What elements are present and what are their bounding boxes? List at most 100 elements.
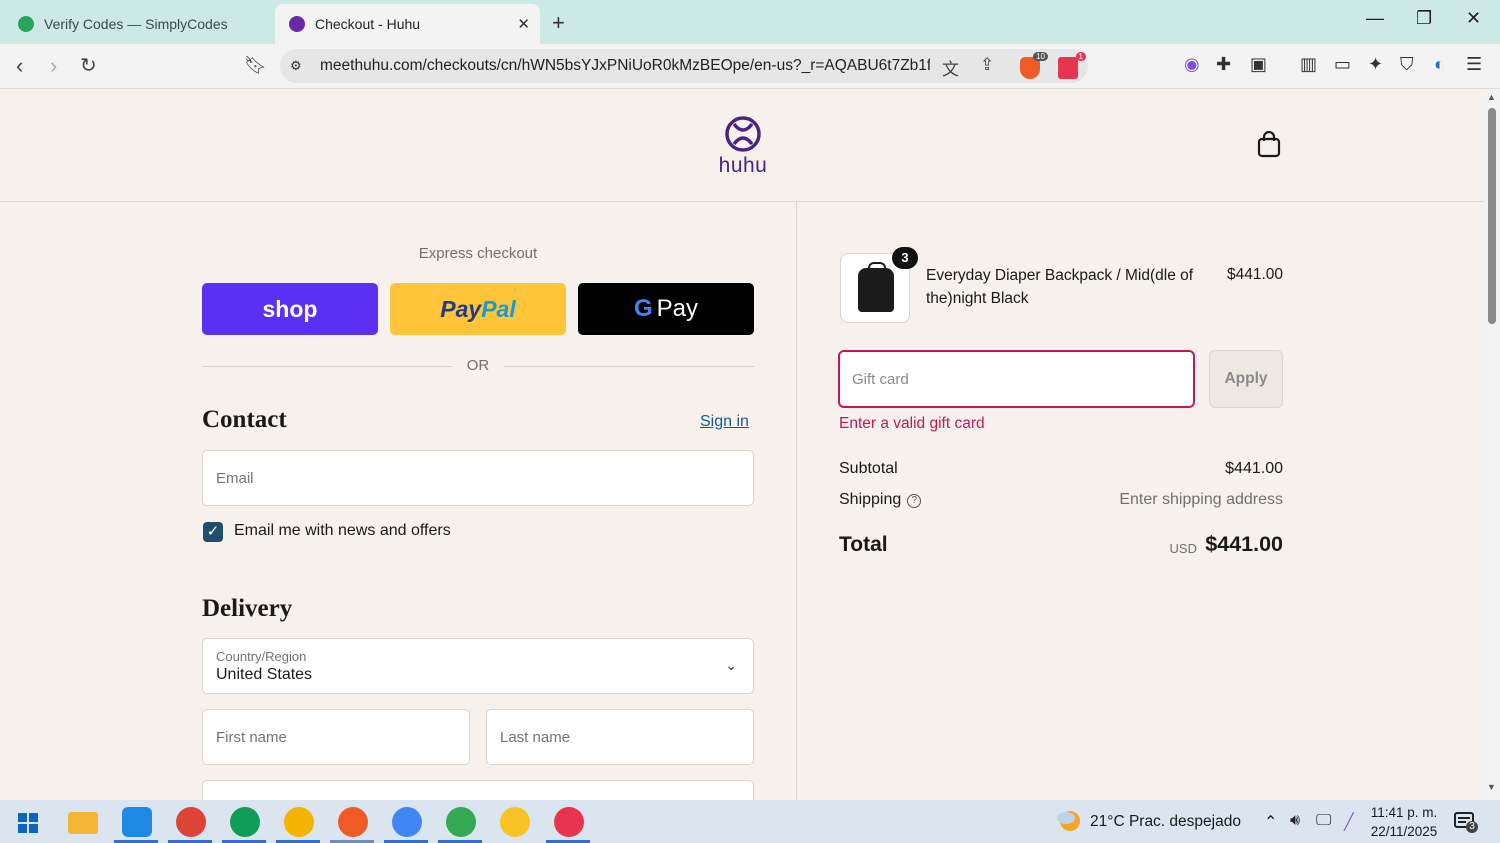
- share-icon[interactable]: ⇪: [980, 55, 994, 75]
- apply-button[interactable]: Apply: [1209, 350, 1283, 408]
- gift-card-input[interactable]: Gift card: [838, 350, 1195, 408]
- scroll-up-icon[interactable]: ▲: [1487, 92, 1496, 102]
- minimize-icon[interactable]: —: [1366, 8, 1384, 29]
- url-text[interactable]: meethuhu.com/checkouts/cn/hWN5bsYJxPNiUo…: [320, 57, 930, 75]
- paypal-label-pal: Pal: [481, 295, 516, 322]
- shop-pay-button[interactable]: shop: [202, 283, 378, 335]
- menu-icon[interactable]: ☰: [1466, 54, 1482, 75]
- chrome-profile-4-icon[interactable]: [392, 807, 422, 837]
- google-pay-label: Pay: [656, 295, 699, 322]
- company-field[interactable]: [202, 780, 754, 800]
- subtotal-value: $441.00: [1225, 460, 1283, 477]
- or-line-left: [202, 366, 452, 367]
- profile-icon[interactable]: ◐: [1434, 54, 1445, 75]
- shipping-value: Enter shipping address: [1119, 491, 1283, 508]
- leo-ai-icon[interactable]: ✦: [1368, 54, 1383, 75]
- google-pay-button[interactable]: G Pay: [578, 283, 754, 335]
- total-label: Total: [839, 533, 888, 556]
- clock[interactable]: 11:41 p. m. 22/11/2025: [1366, 803, 1442, 841]
- volume-icon[interactable]: 🔊︎: [1290, 812, 1300, 830]
- scrollbar-thumb[interactable]: [1488, 108, 1496, 324]
- rewards-count: 1: [1075, 52, 1086, 61]
- column-divider: [796, 202, 797, 800]
- tab-strip: Verify Codes — SimplyCodes Checkout - Hu…: [0, 0, 1500, 44]
- notification-center-icon[interactable]: 3: [1454, 811, 1478, 833]
- wallet-icon[interactable]: ▭: [1334, 54, 1351, 75]
- show-hidden-icons-icon[interactable]: ⌃: [1264, 812, 1277, 832]
- file-explorer-icon[interactable]: [68, 812, 98, 834]
- huhu-logo[interactable]: huhu: [716, 114, 770, 178]
- restore-icon[interactable]: ❐: [1416, 8, 1432, 29]
- brave-shields-icon[interactable]: 10: [1020, 52, 1048, 79]
- simplycodes-favicon-icon: [18, 16, 34, 32]
- pen-icon[interactable]: ╱: [1344, 812, 1354, 832]
- chrome-profile-5-icon[interactable]: [446, 807, 476, 837]
- last-name-field[interactable]: Last name: [486, 709, 754, 765]
- brave-beta-app-icon[interactable]: [554, 807, 584, 837]
- chevron-down-icon: ⌄: [725, 657, 737, 673]
- google-g-icon: G: [633, 295, 653, 322]
- browser-toolbar: ‹ › ↻ 🔖︎ ⚙ meethuhu.com/checkouts/cn/hWN…: [0, 44, 1500, 89]
- bookmark-icon[interactable]: 🔖︎: [244, 55, 267, 76]
- close-window-icon[interactable]: ✕: [1466, 8, 1481, 29]
- email-field[interactable]: Email: [202, 450, 754, 506]
- news-offers-checkbox[interactable]: ✓: [203, 522, 223, 542]
- tab-title: Verify Codes — SimplyCodes: [44, 16, 228, 32]
- edge-app-icon[interactable]: [122, 807, 152, 837]
- extensions-icon[interactable]: ✚: [1216, 54, 1231, 75]
- country-region-select[interactable]: Country/Region United States ⌄: [202, 638, 754, 694]
- delivery-heading: Delivery: [202, 595, 293, 622]
- tab-search-icon[interactable]: ▣: [1250, 54, 1267, 75]
- checkout-page: huhu Express checkout shop Pay Pal G Pay O…: [0, 90, 1484, 800]
- address-bar[interactable]: ⚙ meethuhu.com/checkouts/cn/hWN5bsYJxPNi…: [280, 49, 1088, 83]
- cart-bag-icon[interactable]: [1256, 130, 1282, 158]
- scroll-down-icon[interactable]: ▼: [1487, 782, 1496, 792]
- extension-purple-icon[interactable]: ◉: [1184, 54, 1200, 75]
- tab-simplycodes[interactable]: Verify Codes — SimplyCodes: [4, 4, 272, 44]
- total-value: $441.00: [1205, 532, 1283, 556]
- backpack-image: [858, 262, 894, 312]
- clock-time: 11:41 p. m.: [1370, 805, 1438, 820]
- emoji-app-icon[interactable]: [500, 807, 530, 837]
- network-icon[interactable]: 🖵: [1316, 812, 1331, 830]
- or-separator: OR: [202, 357, 754, 377]
- paypal-button[interactable]: Pay Pal: [390, 283, 566, 335]
- first-name-placeholder: First name: [216, 728, 287, 746]
- weather-text[interactable]: 21°C Prac. despejado: [1090, 813, 1241, 831]
- brave-app-icon[interactable]: [338, 807, 368, 837]
- shipping-row: Shipping?: [839, 491, 922, 509]
- close-tab-icon[interactable]: ✕: [517, 15, 530, 33]
- paypal-label-pay: Pay: [440, 295, 482, 322]
- sidebar-icon[interactable]: ▥: [1300, 54, 1317, 75]
- shop-pay-label: shop: [262, 295, 318, 322]
- reload-icon[interactable]: ↻: [80, 53, 97, 78]
- brave-rewards-icon[interactable]: 1: [1058, 52, 1086, 79]
- or-text: OR: [466, 357, 490, 374]
- windows-start-icon[interactable]: [18, 813, 38, 833]
- weather-moon-icon[interactable]: [1056, 810, 1082, 832]
- news-offers-label[interactable]: Email me with news and offers: [234, 522, 451, 540]
- chrome-profile-2-icon[interactable]: [230, 807, 260, 837]
- first-name-field[interactable]: First name: [202, 709, 470, 765]
- huhu-favicon-icon: [289, 16, 305, 32]
- country-label: Country/Region: [216, 648, 307, 664]
- gift-card-error: Enter a valid gift card: [839, 415, 985, 432]
- page-scrollbar[interactable]: ▲ ▼: [1484, 90, 1500, 800]
- huhu-logo-icon: [725, 116, 761, 152]
- site-info-icon[interactable]: ⚙: [290, 58, 306, 74]
- tab-checkout-huhu[interactable]: Checkout - Huhu ✕: [275, 4, 540, 44]
- last-name-placeholder: Last name: [500, 728, 571, 746]
- store-header: huhu: [0, 90, 1484, 202]
- logo-text: huhu: [718, 154, 768, 177]
- vpn-icon[interactable]: ⛉: [1400, 54, 1414, 75]
- translate-icon[interactable]: 文: [942, 55, 959, 80]
- gift-card-placeholder: Gift card: [852, 370, 909, 388]
- windows-taskbar: 21°C Prac. despejado ⌃ 🔊︎ 🖵 ╱ 11:41 p. m…: [0, 800, 1500, 843]
- help-icon[interactable]: ?: [907, 494, 922, 508]
- sign-in-link[interactable]: Sign in: [700, 413, 749, 431]
- new-tab-icon[interactable]: +: [552, 10, 565, 36]
- chrome-profile-1-icon[interactable]: [176, 807, 206, 837]
- back-icon[interactable]: ‹: [16, 53, 23, 79]
- forward-icon[interactable]: ›: [50, 53, 57, 79]
- chrome-profile-3-icon[interactable]: [284, 807, 314, 837]
